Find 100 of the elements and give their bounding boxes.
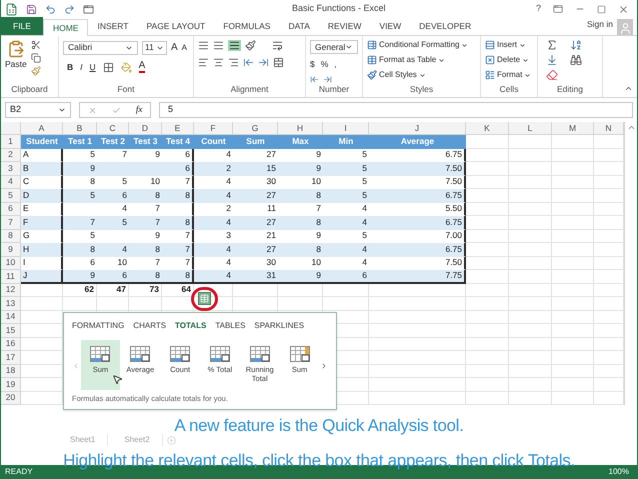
styles-menu-item[interactable]: Cell Styles <box>367 69 476 81</box>
column-header[interactable]: M <box>552 122 594 134</box>
column-header[interactable]: A <box>21 122 63 134</box>
ribbon-tab[interactable]: PAGE LAYOUT <box>137 18 214 35</box>
quick-analysis-button[interactable] <box>198 292 211 305</box>
ribbon-tab[interactable]: HOME <box>42 19 88 36</box>
font-name-dropdown[interactable]: Calibri <box>63 40 138 54</box>
column-header[interactable]: K <box>466 122 509 134</box>
font-color-button[interactable]: A <box>138 61 146 74</box>
formula-field[interactable]: 5 <box>159 102 633 118</box>
zoom-level[interactable]: 100% <box>608 466 629 478</box>
column-header[interactable]: I <box>323 122 369 134</box>
row-header[interactable]: 17 <box>1 351 21 364</box>
quick-analysis-tab[interactable]: FORMATTING <box>72 320 124 332</box>
comma-button[interactable]: , <box>334 58 337 71</box>
bold-button[interactable]: B <box>67 61 74 74</box>
row-header[interactable]: 2 <box>1 148 21 162</box>
cut-icon[interactable] <box>30 40 41 50</box>
underline-button[interactable]: U <box>90 61 96 74</box>
column-header[interactable]: D <box>129 122 162 134</box>
ribbon-tab[interactable]: DATA <box>279 18 319 35</box>
ribbon-tab[interactable]: INSERT <box>88 18 138 35</box>
excel-icon[interactable] <box>5 2 18 16</box>
customize-icon[interactable] <box>83 4 94 14</box>
undo-icon[interactable] <box>45 4 56 14</box>
column-header[interactable]: G <box>233 122 278 134</box>
column-header[interactable]: B <box>63 122 97 134</box>
wrap-text-icon[interactable] <box>272 40 283 51</box>
column-header[interactable]: J <box>369 122 466 134</box>
row-header[interactable]: 6 <box>1 202 21 216</box>
find-icon[interactable] <box>570 54 582 66</box>
collapse-ribbon-icon[interactable] <box>624 84 633 93</box>
column-header[interactable]: F <box>194 122 233 134</box>
row-header[interactable]: 7 <box>1 216 21 230</box>
file-tab[interactable]: FILE <box>1 17 43 35</box>
ribbon-display-icon[interactable] <box>553 4 563 14</box>
help-button[interactable]: ? <box>536 2 541 16</box>
middle-align-icon[interactable] <box>213 40 224 51</box>
clear-icon[interactable] <box>546 69 558 81</box>
redo-icon[interactable] <box>64 4 75 14</box>
cells-menu-item[interactable]: Insert <box>485 39 533 51</box>
styles-menu-item[interactable]: Conditional Formatting <box>367 39 476 51</box>
maximize-icon[interactable] <box>597 4 606 14</box>
row-header[interactable]: 16 <box>1 338 21 351</box>
autosum-icon[interactable] <box>546 39 558 51</box>
ribbon-tab[interactable]: VIEW <box>370 18 410 35</box>
row-header[interactable]: 18 <box>1 364 21 378</box>
percent-button[interactable]: % <box>320 58 328 71</box>
column-header[interactable]: C <box>97 122 129 134</box>
row-header[interactable]: 11 <box>1 270 21 284</box>
fill-icon[interactable] <box>546 54 558 66</box>
row-header[interactable]: 14 <box>1 310 21 324</box>
ribbon-tab[interactable]: FORMULAS <box>214 18 280 35</box>
top-align-icon[interactable] <box>198 40 209 51</box>
row-header[interactable]: 8 <box>1 230 21 243</box>
ribbon-tab[interactable]: REVIEW <box>318 18 370 35</box>
row-header[interactable]: 10 <box>1 256 21 270</box>
shrink-font-button[interactable]: A <box>182 42 188 54</box>
column-header[interactable]: N <box>594 122 624 134</box>
grow-font-button[interactable]: A <box>171 40 178 55</box>
row-header[interactable]: 15 <box>1 324 21 338</box>
quick-analysis-tab[interactable]: CHARTS <box>133 320 166 332</box>
align-center-icon[interactable] <box>213 57 224 68</box>
increase-indent-icon[interactable] <box>258 57 269 68</box>
row-header[interactable]: 5 <box>1 189 21 202</box>
column-header[interactable]: H <box>278 122 323 134</box>
sort-filter-icon[interactable] <box>570 39 582 51</box>
align-right-icon[interactable] <box>228 57 239 68</box>
number-format-dropdown[interactable]: General <box>310 40 358 54</box>
column-header[interactable]: E <box>162 122 194 134</box>
quick-analysis-tab[interactable]: SPARKLINES <box>254 320 304 332</box>
sign-in-link[interactable]: Sign in <box>587 18 613 31</box>
row-header[interactable]: 9 <box>1 243 21 256</box>
row-header[interactable]: 12 <box>1 284 21 297</box>
quick-analysis-tab[interactable]: TOTALS <box>175 320 206 332</box>
decrease-indent-icon[interactable] <box>243 57 254 68</box>
ribbon-tab[interactable]: DEVELOPER <box>410 18 480 35</box>
italic-button[interactable]: I <box>80 61 83 74</box>
cells-menu-item[interactable]: Format <box>485 69 533 81</box>
copy-icon[interactable] <box>30 53 41 63</box>
fill-color-icon[interactable] <box>120 62 132 73</box>
row-header[interactable]: 3 <box>1 162 21 176</box>
scroll-up-icon[interactable] <box>626 123 636 132</box>
bottom-align-button[interactable] <box>228 40 241 51</box>
row-header[interactable]: 20 <box>1 392 21 405</box>
align-left-icon[interactable] <box>198 57 209 68</box>
name-box[interactable]: B2 <box>5 102 71 118</box>
insert-function-button[interactable]: fx <box>136 103 142 117</box>
close-icon[interactable] <box>618 4 629 14</box>
row-header[interactable]: 1 <box>1 135 21 148</box>
currency-button[interactable]: $ <box>310 58 315 71</box>
quick-analysis-tab[interactable]: TABLES <box>215 320 246 332</box>
cells-menu-item[interactable]: Delete <box>485 54 533 66</box>
row-header[interactable]: 19 <box>1 378 21 392</box>
font-size-dropdown[interactable]: 11 <box>142 40 167 54</box>
paste-button[interactable]: Paste <box>5 40 27 85</box>
styles-menu-item[interactable]: Format as Table <box>367 54 476 66</box>
borders-icon[interactable] <box>102 62 114 73</box>
save-icon[interactable] <box>26 4 37 14</box>
row-header[interactable]: 4 <box>1 176 21 189</box>
